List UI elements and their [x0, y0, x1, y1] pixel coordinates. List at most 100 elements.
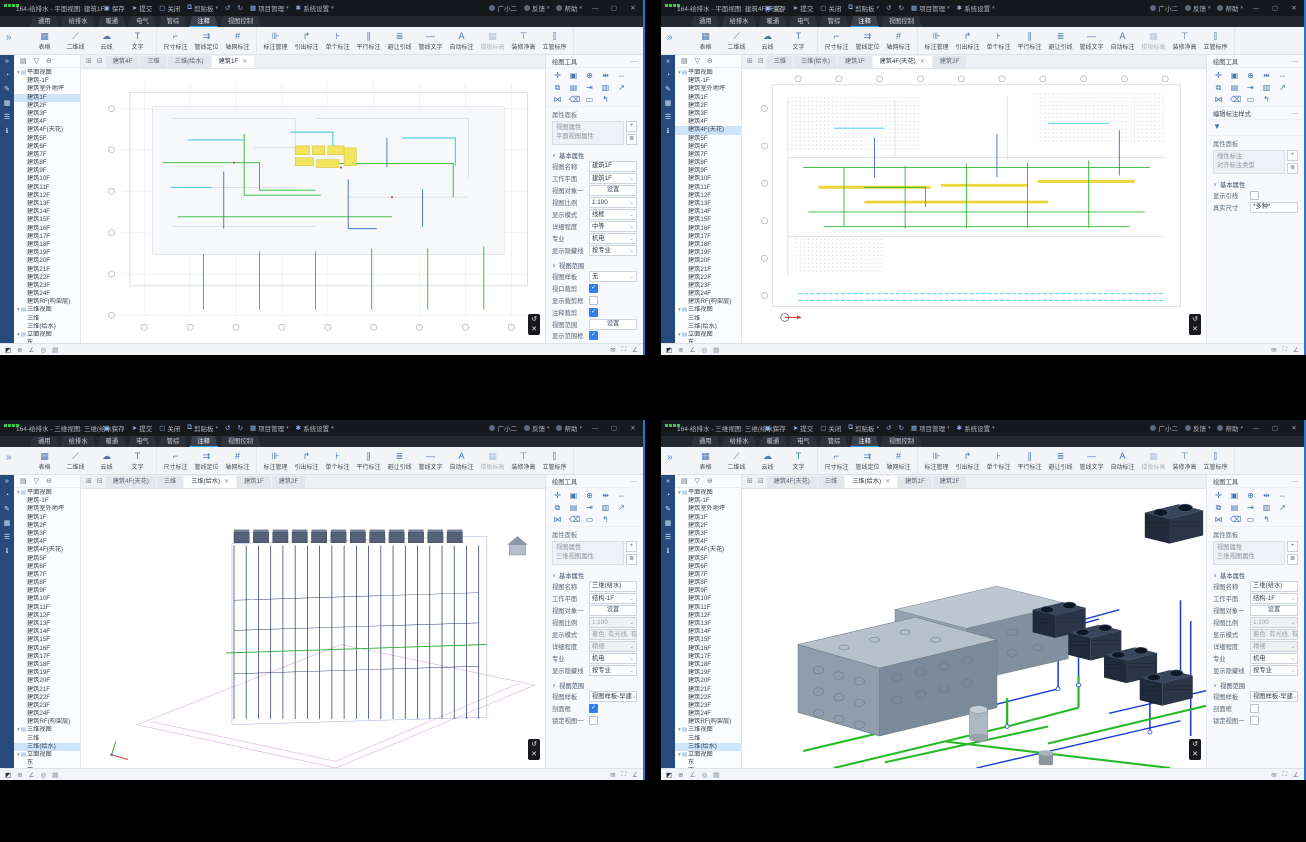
ribbon-tool-grid-dimension[interactable]: #轴网标注 [224, 31, 251, 51]
property-input[interactable]: 建筑1F [589, 161, 637, 172]
doctab-tile-view-icon[interactable]: ⊞ [745, 476, 755, 488]
titlebar-save[interactable]: ▣保存 [104, 3, 125, 13]
status-corner-icon[interactable]: ◩ [666, 771, 672, 779]
tool-move-icon[interactable]: ✛ [553, 71, 562, 80]
ribbon-tool-parallel-dim[interactable]: ∥平行标注 [1016, 31, 1043, 51]
tree-item[interactable]: 建筑16F [675, 645, 741, 653]
tool-array-icon[interactable]: ▤ [1230, 83, 1239, 92]
tree-item[interactable]: 建筑22F [675, 694, 741, 702]
settings-button[interactable]: 设置 [589, 319, 637, 330]
ribbon-tool-line-2d[interactable]: ⟋二维线 [723, 31, 750, 51]
tree-item[interactable]: 建筑16F [14, 645, 80, 653]
ribbon-tab-3[interactable]: 电气 [128, 436, 157, 447]
status-fit-view-icon[interactable]: ⛶ [1283, 346, 1288, 354]
selector-type-list-button[interactable]: ≣ [626, 554, 637, 565]
tree-panel-icon[interactable]: ▤ [681, 477, 688, 485]
ribbon-tool-leader-dim[interactable]: ↱引出标注 [954, 451, 981, 471]
tree-item[interactable]: 建筑18F [14, 241, 80, 249]
tree-item[interactable]: 建筑5F [14, 135, 80, 143]
ribbon-tab-6[interactable]: 视图控制 [220, 16, 261, 27]
ribbon-tab-2[interactable]: 暖通 [97, 16, 126, 27]
tree-panel-icon[interactable]: ▤ [20, 477, 27, 485]
tree-item[interactable]: 建筑13F [675, 620, 741, 628]
ribbon-tab-5[interactable]: 注释 [850, 436, 879, 447]
minimize-button[interactable]: — [589, 425, 601, 432]
tool-align-icon[interactable]: ⇔ [617, 491, 626, 500]
property-select[interactable]: 着色: 有光线, 有边线⌄ [1250, 629, 1298, 640]
tree-item[interactable]: 建筑-1F [675, 497, 741, 505]
titlebar-redo[interactable]: ↻ [238, 4, 243, 12]
titlebar-redo[interactable]: ↻ [899, 4, 904, 12]
ribbon-tool-auto-dim[interactable]: A自动标注 [1109, 451, 1136, 471]
tree-item[interactable]: 建筑13F [675, 200, 741, 208]
rail-info-icon[interactable]: ℹ [6, 548, 9, 556]
ribbon-tool-single-dim[interactable]: ⊦单个标注 [324, 451, 351, 471]
close-button[interactable]: ✕ [1288, 4, 1300, 12]
tool-trim-icon[interactable]: ⇥ [585, 503, 594, 512]
tree-item[interactable]: 建筑3F [675, 530, 741, 538]
tree-item[interactable]: 建筑23F [675, 282, 741, 290]
tree-item[interactable]: 建筑15F [14, 216, 80, 224]
drawing-canvas[interactable]: ↺✕ [742, 489, 1206, 768]
property-input[interactable]: 三维(给水) [1250, 581, 1298, 592]
status-snap-icon[interactable]: ⊕ [17, 771, 22, 779]
titlebar-user[interactable]: 广小二 [489, 3, 517, 13]
tool-offset-icon[interactable]: ⧉ [553, 503, 562, 512]
property-select[interactable]: 1:100⌄ [1250, 617, 1298, 628]
tool-extend-icon[interactable]: ▥ [1262, 503, 1271, 512]
view-tab[interactable]: 三维(给水)✕ [184, 476, 236, 488]
tool-copy-icon[interactable]: ▣ [569, 491, 578, 500]
close-widget-icon[interactable]: ✕ [531, 325, 537, 334]
status-measure-angle-icon[interactable]: ∠ [632, 346, 638, 354]
tool-split-icon[interactable]: ↗ [617, 503, 626, 512]
ribbon-tool-grid-dimension[interactable]: #轴网标注 [224, 451, 251, 471]
tree-filter-icon[interactable]: ▽ [34, 57, 39, 65]
ribbon-tab-4[interactable]: 管综 [820, 16, 849, 27]
rail-info-icon[interactable]: ℹ [667, 128, 670, 136]
close-widget-icon[interactable]: ✕ [531, 750, 537, 759]
close-tab-icon[interactable]: ✕ [224, 476, 229, 488]
section-header[interactable]: ∨视图范围 [546, 678, 643, 692]
doctab-list-view-icon[interactable]: ⊟ [95, 476, 105, 488]
titlebar-save[interactable]: ▣保存 [765, 423, 786, 433]
ribbon-tab-2[interactable]: 暖通 [758, 436, 787, 447]
status-ortho-icon[interactable]: ∠ [690, 346, 696, 354]
tree-item[interactable]: 建筑3F [14, 110, 80, 118]
status-message-icon[interactable]: ✉ [1271, 771, 1276, 779]
tree-item[interactable]: 建筑4F [675, 118, 741, 126]
tool-match-icon[interactable]: ⋈ [1214, 515, 1223, 524]
tool-array-icon[interactable]: ▤ [1230, 503, 1239, 512]
ribbon-tool-table[interactable]: ▦表格 [31, 451, 58, 471]
tree-item[interactable]: 建筑19F [14, 249, 80, 257]
view-tab[interactable]: 三维(给水)✕ [845, 476, 897, 488]
tool-measure-icon[interactable]: ▭ [585, 95, 594, 104]
tree-item[interactable]: 三维(给水) [14, 323, 80, 331]
selector-add-button[interactable]: + [626, 121, 637, 132]
close-tab-icon[interactable]: ✕ [242, 56, 247, 68]
status-corner-icon[interactable]: ◩ [5, 346, 11, 354]
titlebar-clipboard[interactable]: ⧉剪贴板▾ [187, 423, 218, 433]
tool-delete-icon[interactable]: ⌫ [569, 95, 578, 104]
ribbon-expand-icon[interactable]: » [667, 32, 673, 43]
ribbon-expand-icon[interactable]: » [6, 452, 12, 463]
tool-copy-icon[interactable]: ▣ [1230, 491, 1239, 500]
ribbon-tab-5[interactable]: 注释 [189, 436, 218, 447]
tool-rotate-icon[interactable]: ⊕ [1246, 491, 1255, 500]
tree-item[interactable]: 建筑9F [675, 587, 741, 595]
rail-expand-icon[interactable]: » [5, 478, 9, 486]
tree-item[interactable]: 建筑17F [14, 653, 80, 661]
tree-collapse-all-icon[interactable]: ⊖ [46, 57, 52, 65]
status-ortho-icon[interactable]: ∠ [29, 771, 35, 779]
collapse-panel-icon[interactable]: — [1292, 478, 1298, 485]
tree-item[interactable]: 建筑2F [675, 522, 741, 530]
property-checkbox[interactable] [1250, 716, 1259, 725]
tree-item[interactable]: 建筑8F [675, 159, 741, 167]
settings-button[interactable]: 设置 [1250, 605, 1298, 616]
ribbon-tool-single-dim[interactable]: ⊦单个标注 [985, 451, 1012, 471]
tree-group[interactable]: ▾▤三维视图 [14, 726, 80, 734]
tree-collapse-all-icon[interactable]: ⊖ [707, 477, 713, 485]
tree-item[interactable]: 建筑14F [14, 208, 80, 216]
selector-type-list-button[interactable]: ≣ [1287, 163, 1298, 174]
tree-item[interactable]: 建筑4F [14, 118, 80, 126]
titlebar-clipboard[interactable]: ⧉剪贴板▾ [848, 3, 879, 13]
